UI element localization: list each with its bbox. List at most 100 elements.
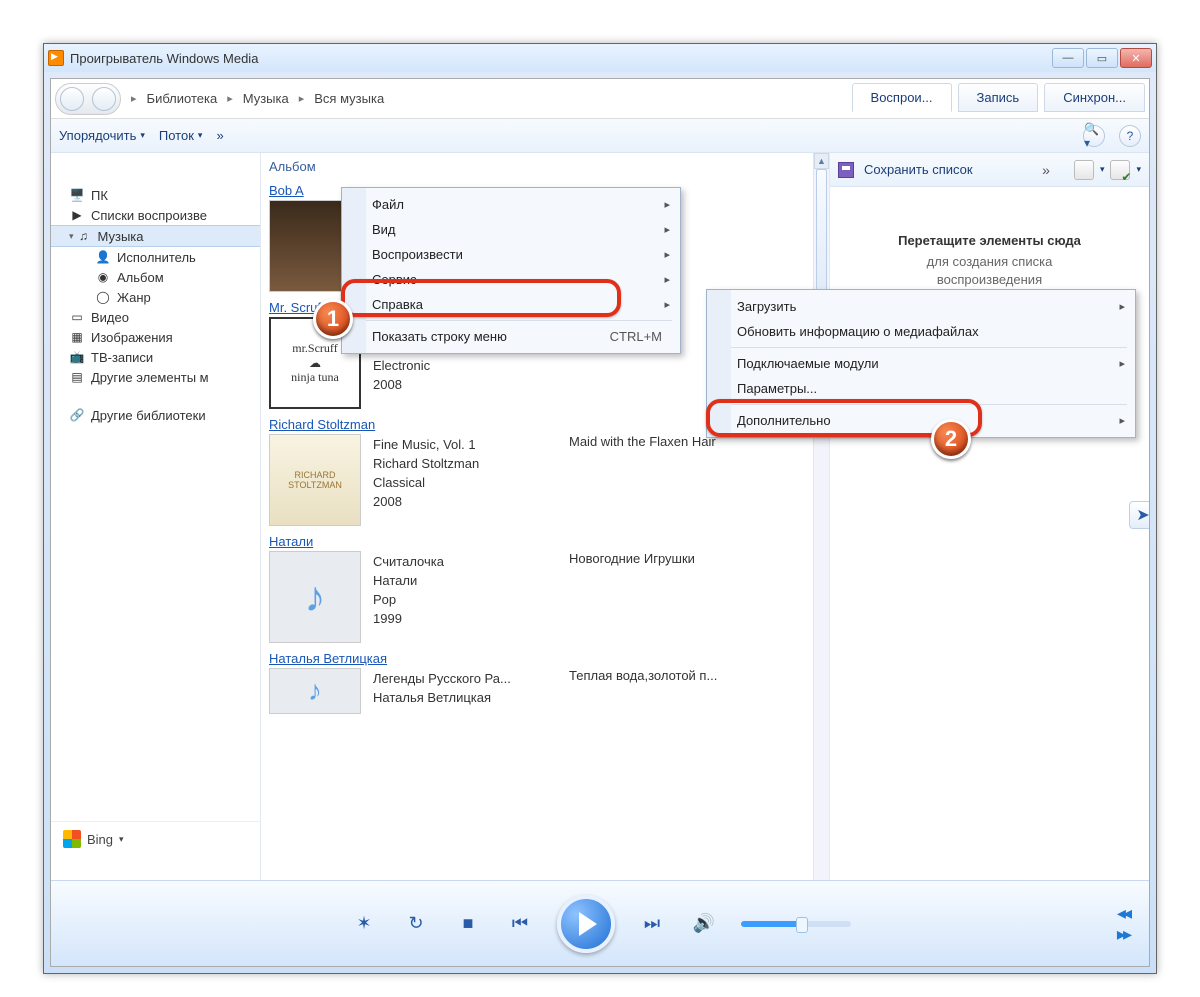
drop-hint-sub1: для создания списка: [927, 254, 1053, 269]
artist-link[interactable]: Натали: [269, 534, 829, 549]
breadcrumb-sep: ▸: [227, 92, 233, 105]
minimize-button[interactable]: ―: [1052, 48, 1084, 68]
breadcrumb-library[interactable]: Библиотека: [141, 91, 224, 106]
track-title[interactable]: Maid with the Flaxen Hair: [569, 434, 716, 449]
mode-tabs: Воспрои... Запись Синхрон...: [852, 83, 1145, 112]
menu-service[interactable]: Сервис▸: [342, 267, 680, 292]
playlist-toolbar: Сохранить список » ▾ ▾: [830, 153, 1149, 187]
dropdown-icon[interactable]: ▾: [1100, 164, 1105, 175]
switch-view-button[interactable]: ◂◂▸▸: [1117, 903, 1129, 945]
sidebar-playlists[interactable]: ▶Списки воспроизве: [51, 205, 260, 225]
breadcrumb-sep: ▸: [299, 92, 305, 105]
bing-label: Bing: [87, 832, 113, 847]
now-playing-pane: Сохранить список » ▾ ▾ Перетащите элемен…: [829, 153, 1149, 966]
menu-options[interactable]: Параметры...: [707, 376, 1135, 401]
save-list-button[interactable]: Сохранить список: [864, 162, 973, 177]
more-icon[interactable]: »: [1042, 162, 1050, 178]
expand-button[interactable]: ➤: [1129, 501, 1149, 529]
breadcrumb-sep: ▸: [131, 92, 137, 105]
more-button[interactable]: »: [216, 128, 223, 143]
app-body: ▸ Библиотека ▸ Музыка ▸ Вся музыка Воспр…: [50, 78, 1150, 967]
album-genre: Classical: [373, 474, 479, 493]
menu-show-menubar[interactable]: Показать строку менюCTRL+M: [342, 324, 680, 349]
play-icon: [579, 912, 597, 936]
sidebar-images[interactable]: ▦Изображения: [51, 327, 260, 347]
volume-icon[interactable]: 🔊: [689, 913, 719, 934]
check-icon[interactable]: [1110, 160, 1130, 180]
sidebar-pc[interactable]: 🖥️ПК: [51, 185, 260, 205]
scroll-up-button[interactable]: ▲: [814, 153, 829, 169]
sidebar-genre[interactable]: ◯Жанр: [51, 287, 260, 307]
menu-help[interactable]: Справка▸: [342, 292, 680, 317]
album-title: Fine Music, Vol. 1: [373, 436, 479, 455]
scrollbar[interactable]: ▲ ▼: [813, 153, 829, 966]
tab-sync[interactable]: Синхрон...: [1044, 83, 1145, 112]
album-year: 2008: [373, 493, 479, 512]
shuffle-button[interactable]: ✶: [349, 913, 379, 934]
artist-icon: 👤: [95, 249, 111, 265]
prev-button[interactable]: ⏮: [505, 913, 535, 934]
volume-slider[interactable]: [741, 921, 851, 927]
album-cover[interactable]: RICHARDSTOLTZMAN: [269, 434, 361, 526]
window-controls: ― ▭ ✕: [1052, 48, 1152, 68]
album-icon: ◉: [95, 269, 111, 285]
bing-row[interactable]: Bing ▾: [51, 821, 261, 856]
sidebar-video[interactable]: ▭Видео: [51, 307, 260, 327]
album-cover[interactable]: ♪: [269, 668, 361, 714]
expand-icon[interactable]: ▾: [69, 231, 74, 242]
note-icon: ♪: [308, 675, 322, 707]
breadcrumb-music[interactable]: Музыка: [237, 91, 295, 106]
nav-forward-button[interactable]: [92, 87, 116, 111]
album-item[interactable]: Наталья Ветлицкая ♪ Легенды Русского Ра.…: [269, 651, 829, 714]
album-artist: Richard Stoltzman: [373, 455, 479, 474]
artist-link[interactable]: Наталья Ветлицкая: [269, 651, 829, 666]
play-button[interactable]: [557, 895, 615, 953]
drop-hint-sub2: воспроизведения: [937, 272, 1042, 287]
stop-button[interactable]: ■: [453, 913, 483, 934]
help-button[interactable]: ?: [1119, 125, 1141, 147]
repeat-button[interactable]: ↻: [401, 913, 431, 934]
sidebar-other-lib[interactable]: 🔗Другие библиотеки: [51, 405, 260, 425]
playlist-icon: ▶: [69, 207, 85, 223]
album-meta: Легенды Русского Ра... Наталья Ветлицкая: [373, 668, 511, 714]
menu-play[interactable]: Воспроизвести▸: [342, 242, 680, 267]
menu-plugins[interactable]: Подключаемые модули▸: [707, 351, 1135, 376]
dropdown-icon[interactable]: ▾: [119, 834, 124, 845]
album-cover[interactable]: ♪: [269, 551, 361, 643]
tab-play[interactable]: Воспрои...: [852, 83, 952, 112]
sidebar-tv[interactable]: 📺ТВ-записи: [51, 347, 260, 367]
menu-advanced[interactable]: Дополнительно▸: [707, 408, 1135, 433]
search-dropdown-button[interactable]: 🔍▾: [1083, 125, 1105, 147]
album-artist: Наталья Ветлицкая: [373, 689, 511, 708]
column-album[interactable]: Альбом: [269, 159, 316, 174]
menu-file[interactable]: Файл▸: [342, 192, 680, 217]
tab-record[interactable]: Запись: [958, 83, 1039, 112]
sidebar-artist[interactable]: 👤Исполнитель: [51, 247, 260, 267]
organize-button[interactable]: Упорядочить▾: [59, 128, 145, 143]
track-title[interactable]: Новогодние Игрушки: [569, 551, 695, 566]
titlebar: Проигрыватель Windows Media ― ▭ ✕: [44, 44, 1156, 72]
stream-button[interactable]: Поток▾: [159, 128, 203, 143]
marker-2: 2: [931, 419, 971, 459]
video-icon: ▭: [69, 309, 85, 325]
next-button[interactable]: ⏭: [637, 913, 667, 934]
maximize-button[interactable]: ▭: [1086, 48, 1118, 68]
dropdown-icon[interactable]: ▾: [1136, 164, 1141, 175]
album-title: Считалочка: [373, 553, 444, 572]
nav-back-button[interactable]: [60, 87, 84, 111]
breadcrumb-all-music[interactable]: Вся музыка: [308, 91, 390, 106]
close-button[interactable]: ✕: [1120, 48, 1152, 68]
menu-refresh-media[interactable]: Обновить информацию о медиафайлах: [707, 319, 1135, 344]
album-year: 1999: [373, 610, 444, 629]
drop-hint-heading: Перетащите элементы сюда: [898, 233, 1081, 248]
menu-download[interactable]: Загрузить▸: [707, 294, 1135, 319]
options-icon[interactable]: [1074, 160, 1094, 180]
track-title[interactable]: Теплая вода,золотой п...: [569, 668, 717, 683]
playback-bar: ✶ ↻ ■ ⏮ ⏭ 🔊 ◂◂▸▸: [51, 880, 1149, 966]
sidebar-album[interactable]: ◉Альбом: [51, 267, 260, 287]
other-icon: ▤: [69, 369, 85, 385]
album-item[interactable]: Натали ♪ Считалочка Натали Pop 1999 Ново…: [269, 534, 829, 643]
menu-view[interactable]: Вид▸: [342, 217, 680, 242]
sidebar-other[interactable]: ▤Другие элементы м: [51, 367, 260, 387]
sidebar-music[interactable]: ▾♫Музыка: [51, 225, 260, 247]
